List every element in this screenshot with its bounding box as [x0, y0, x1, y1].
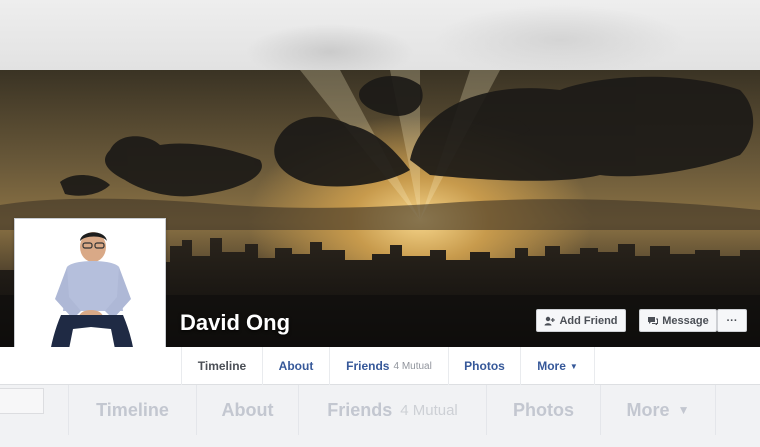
- blurred-tab-about: About: [196, 385, 298, 435]
- tab-about[interactable]: About: [262, 347, 329, 385]
- tab-timeline[interactable]: Timeline: [181, 347, 262, 385]
- message-label: Message: [662, 314, 709, 327]
- tab-photos-label: Photos: [464, 359, 505, 373]
- blurred-tab-photos: Photos: [486, 385, 600, 435]
- blurred-tab-photos-label: Photos: [513, 399, 574, 420]
- blurred-tab-more-label: More: [626, 399, 670, 420]
- blurred-tab-timeline: Timeline: [68, 385, 196, 435]
- tab-more-label: More: [537, 359, 566, 373]
- blurred-box: [0, 388, 44, 414]
- chevron-down-icon: ▼: [569, 361, 578, 371]
- profile-nav: Timeline About Friends 4 Mutual Photos M…: [0, 347, 760, 385]
- blurred-chevron-down-icon: ▼: [677, 403, 690, 417]
- profile-name: David Ong: [180, 310, 291, 335]
- message-button[interactable]: Message: [639, 309, 717, 332]
- blurred-mutual-friends-count: 4 Mutual: [400, 401, 458, 419]
- tab-friends-label: Friends: [346, 359, 390, 373]
- add-friend-icon: [544, 316, 556, 325]
- background-sky: [0, 0, 760, 70]
- blurred-tab-timeline-label: Timeline: [96, 399, 169, 420]
- mutual-friends-count: 4 Mutual: [393, 360, 432, 372]
- screenshot-stage: David Ong Add Friend Message ··· Timelin…: [0, 0, 760, 447]
- blurred-nav-background: Timeline About Friends 4 Mutual Photos M…: [0, 385, 760, 447]
- more-options-dots: ···: [726, 314, 738, 327]
- message-icon: [648, 317, 659, 325]
- add-friend-button[interactable]: Add Friend: [536, 309, 626, 332]
- blurred-tab-about-label: About: [221, 399, 274, 420]
- more-options-button[interactable]: ···: [717, 309, 747, 332]
- blurred-tab-friends: Friends 4 Mutual: [298, 385, 486, 435]
- blurred-tab-more: More ▼: [600, 385, 716, 435]
- tab-photos[interactable]: Photos: [448, 347, 520, 385]
- tab-about-label: About: [278, 359, 314, 373]
- tab-more[interactable]: More ▼: [520, 347, 595, 385]
- add-friend-label: Add Friend: [559, 314, 618, 327]
- blurred-tab-friends-label: Friends: [327, 399, 393, 420]
- tab-friends[interactable]: Friends 4 Mutual: [329, 347, 448, 385]
- tab-timeline-label: Timeline: [197, 359, 247, 373]
